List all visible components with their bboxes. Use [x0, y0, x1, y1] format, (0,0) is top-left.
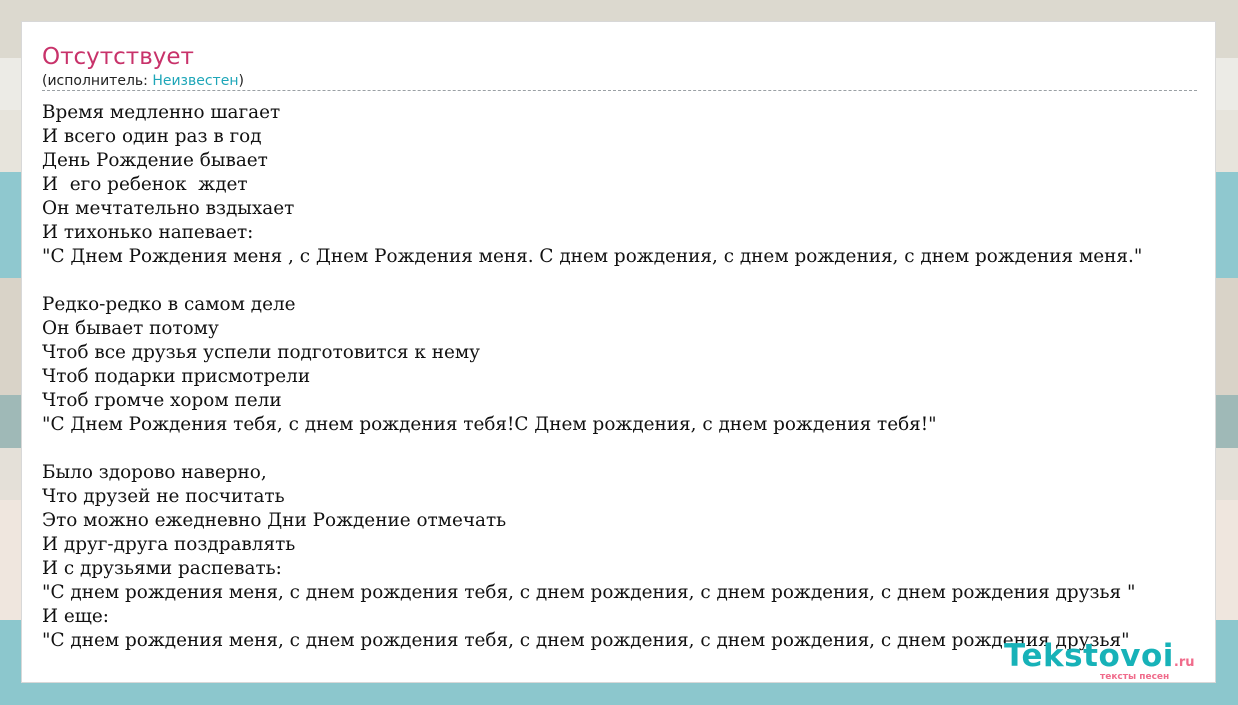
- lyric-line: И его ребенок ждет: [42, 174, 248, 195]
- performer-prefix: (исполнитель:: [42, 73, 153, 89]
- stanza-break: [42, 269, 1238, 293]
- lyric-line: И тихонько напевает:: [42, 222, 254, 243]
- logo-tld: .ru: [1173, 655, 1195, 670]
- lyric-line: Было здорово наверно,: [42, 462, 267, 483]
- lyric-line: И еще:: [42, 606, 109, 627]
- lyric-line: Он бывает потому: [42, 318, 219, 339]
- lyric-line: И друг-друга поздравлять: [42, 534, 296, 555]
- lyric-line: День Рождение бывает: [42, 150, 268, 171]
- performer-suffix: ): [238, 73, 244, 89]
- lyric-line: Чтоб подарки присмотрели: [42, 366, 311, 387]
- title-divider: [42, 90, 1197, 91]
- lyric-line: Что друзей не посчитать: [42, 486, 285, 507]
- lyric-line: И с друзьями распевать:: [42, 558, 282, 579]
- logo-wordmark: Tekstovoi: [1004, 638, 1174, 674]
- lyric-line: "С Днем Рождения меня , с Днем Рождения …: [42, 246, 1143, 267]
- lyric-line: "С Днем Рождения тебя, с днем рождения т…: [42, 414, 937, 435]
- lyric-line: Это можно ежедневно Дни Рождение отмечат…: [42, 510, 507, 531]
- lyric-line: Он мечтательно вздыхает: [42, 198, 295, 219]
- lyric-line: И всего один раз в год: [42, 126, 262, 147]
- lyrics-card: Отсутствует (исполнитель: Неизвестен) Вр…: [21, 21, 1216, 683]
- song-title: Отсутствует: [42, 44, 194, 70]
- lyric-line: "С днем рождения меня, с днем рождения т…: [42, 582, 1136, 603]
- lyric-line: Редко-редко в самом деле: [42, 294, 296, 315]
- lyrics-text: Время медленно шагает И всего один раз в …: [42, 101, 1238, 653]
- lyric-line: Чтоб все друзья успели подготовится к не…: [42, 342, 480, 363]
- site-logo[interactable]: Tekstovoi.ru тексты песен: [1004, 638, 1195, 682]
- performer-line: (исполнитель: Неизвестен): [42, 72, 244, 90]
- lyric-line: Чтоб громче хором пели: [42, 390, 282, 411]
- logo-tagline: тексты песен: [1100, 672, 1170, 682]
- stanza-break: [42, 437, 1238, 461]
- lyric-line: Время медленно шагает: [42, 102, 281, 123]
- performer-link[interactable]: Неизвестен: [152, 73, 238, 89]
